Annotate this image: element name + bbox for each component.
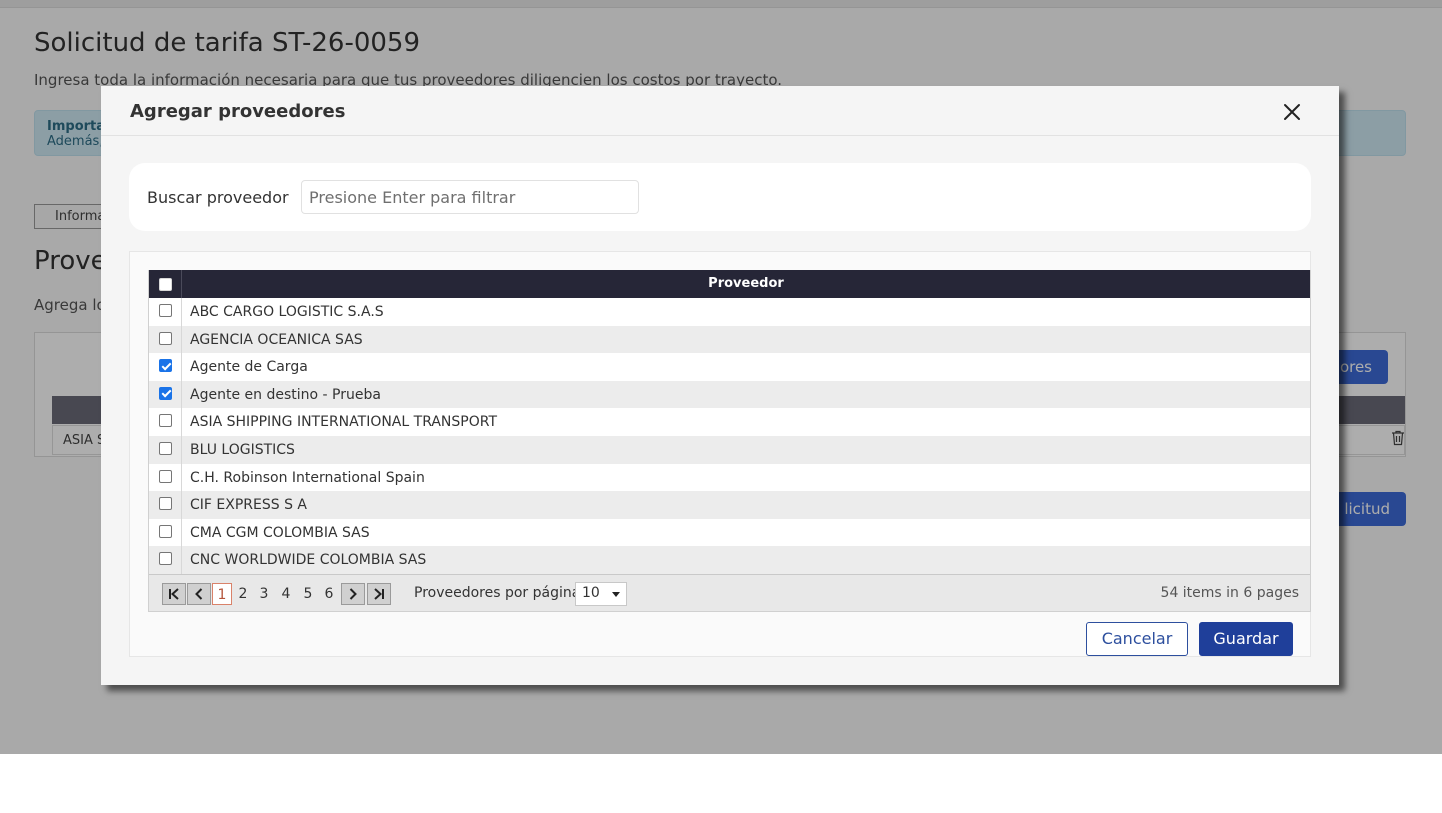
close-icon[interactable] [1280,100,1304,124]
row-checkbox[interactable] [159,497,172,511]
provider-name: ASIA SHIPPING INTERNATIONAL TRANSPORT [190,414,498,431]
row-checkbox[interactable] [159,331,172,345]
row-checkbox-cell [149,325,182,354]
row-checkbox[interactable] [159,386,172,400]
table-row[interactable]: CMA CGM COLOMBIA SAS [149,518,1310,547]
search-label: Buscar proveedor [147,188,289,207]
first-page-icon[interactable] [162,582,186,605]
table-row[interactable]: ABC CARGO LOGISTIC S.A.S [149,298,1310,326]
last-page-icon[interactable] [367,582,391,605]
row-checkbox-cell [149,546,182,574]
page-number[interactable]: 3 [254,583,274,605]
table-row[interactable]: C.H. Robinson International Spain [149,463,1310,492]
row-checkbox-cell [149,353,182,381]
column-header-provider[interactable]: Proveedor [182,270,1310,298]
pager: 1 2 3 4 5 6 Proveedores por página: 10 5… [149,573,1310,611]
row-checkbox[interactable] [159,524,172,538]
page-number[interactable]: 2 [233,583,253,605]
row-checkbox[interactable] [159,552,172,566]
provider-name: Agente de Carga [190,359,308,376]
row-checkbox-cell [149,408,182,436]
modal-title: Agregar proveedores [130,101,346,122]
provider-name: AGENCIA OCEANICA SAS [190,331,363,348]
row-checkbox[interactable] [159,304,172,317]
row-checkbox[interactable] [159,414,172,428]
page-number[interactable]: 1 [212,582,232,605]
providers-grid: Proveedor ABC CARGO LOGISTIC S.A.S AGENCI… [148,270,1311,612]
provider-name: BLU LOGISTICS [190,441,295,458]
modal-header: Agregar proveedores [101,86,1339,136]
provider-name: C.H. Robinson International Spain [190,469,425,486]
table-row[interactable]: AGENCIA OCEANICA SAS [149,325,1310,354]
grid-card: Proveedor ABC CARGO LOGISTIC S.A.S AGENCI… [129,251,1311,657]
provider-name: CIF EXPRESS S A [190,497,307,514]
row-checkbox-cell [149,435,182,464]
page-size-value: 10 [582,584,600,601]
page-number[interactable]: 5 [298,583,318,605]
search-input[interactable] [301,180,639,214]
provider-name: CNC WORLDWIDE COLOMBIA SAS [190,552,427,569]
row-checkbox-cell [149,463,182,492]
page-size-select[interactable]: 10 [575,581,627,606]
provider-name: CMA CGM COLOMBIA SAS [190,524,370,541]
row-checkbox-cell [149,380,182,409]
cancel-button[interactable]: Cancelar [1086,622,1188,656]
grid-header: Proveedor [149,270,1310,298]
page-number[interactable]: 6 [319,583,339,605]
row-checkbox[interactable] [159,441,172,455]
table-row[interactable]: Agente de Carga [149,353,1310,381]
table-row[interactable]: ASIA SHIPPING INTERNATIONAL TRANSPORT [149,408,1310,436]
table-row[interactable]: Agente en destino - Prueba [149,380,1310,409]
pager-info: 54 items in 6 pages [1160,584,1299,601]
save-button[interactable]: Guardar [1199,622,1293,656]
provider-name: Agente en destino - Prueba [190,386,381,403]
actions-column-header: Acciones [1304,798,1369,813]
select-all-cell [149,270,182,298]
next-page-icon[interactable] [341,582,365,605]
page-number[interactable]: 4 [276,583,296,605]
table-row[interactable]: CNC WORLDWIDE COLOMBIA SAS [149,546,1310,574]
row-checkbox[interactable] [159,469,172,483]
table-row[interactable]: CIF EXPRESS S A [149,491,1310,519]
row-checkbox-cell [149,491,182,519]
row-checkbox-cell [149,518,182,547]
grid-body: ABC CARGO LOGISTIC S.A.S AGENCIA OCEANICA… [149,298,1310,574]
row-checkbox[interactable] [159,359,172,373]
table-row[interactable]: BLU LOGISTICS [149,435,1310,464]
select-all-checkbox[interactable] [159,278,172,291]
page-size-label: Proveedores por página: [414,584,586,601]
search-card: Buscar proveedor [129,163,1311,231]
prev-page-icon[interactable] [187,582,211,605]
add-providers-modal: Agregar proveedores Buscar proveedor Pro… [101,86,1339,685]
chevron-down-icon [612,591,620,597]
provider-name: ABC CARGO LOGISTIC S.A.S [190,304,384,320]
row-checkbox-cell [149,298,182,326]
